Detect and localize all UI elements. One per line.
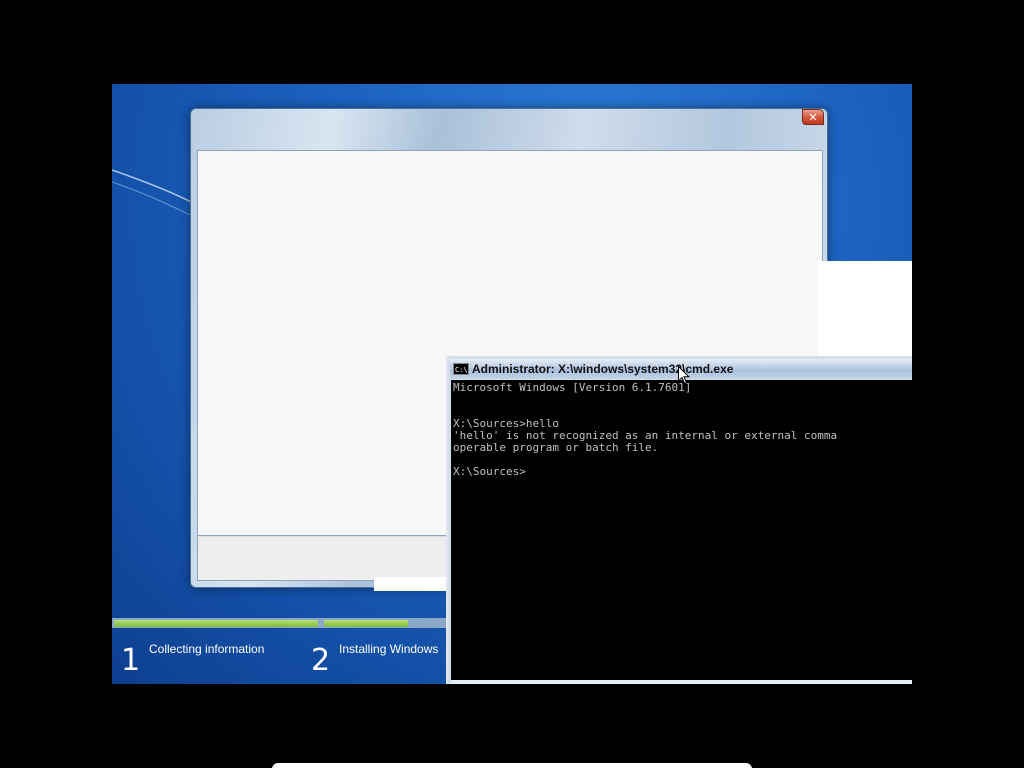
console-line: operable program or batch file. [453, 441, 659, 454]
console-line: X:\Sources> [453, 465, 526, 478]
cmd-icon: C:\ [453, 363, 469, 375]
step-1-label: Collecting information [149, 642, 265, 656]
cmd-console[interactable]: Microsoft Windows [Version 6.1.7601] X:\… [451, 380, 912, 680]
close-button[interactable]: ✕ [802, 109, 824, 125]
step-2-number: 2 [311, 643, 331, 678]
cmd-title: Administrator: X:\windows\system32\cmd.e… [472, 362, 734, 376]
screen: ✕ 1 Collecting information 2 Installing … [0, 0, 1024, 768]
bottom-light [272, 763, 752, 768]
progress-step-1-bar [114, 620, 318, 627]
step-2-label: Installing Windows [339, 642, 439, 656]
cmd-border [451, 680, 912, 684]
step-1-number: 1 [121, 643, 141, 678]
progress-step-2-bar [324, 620, 408, 627]
close-icon: ✕ [808, 110, 818, 124]
command-prompt-window[interactable]: C:\ Administrator: X:\windows\system32\c… [446, 356, 912, 684]
redraw-artifact [374, 577, 446, 591]
redraw-artifact [818, 261, 912, 357]
mouse-pointer-icon [678, 366, 690, 385]
